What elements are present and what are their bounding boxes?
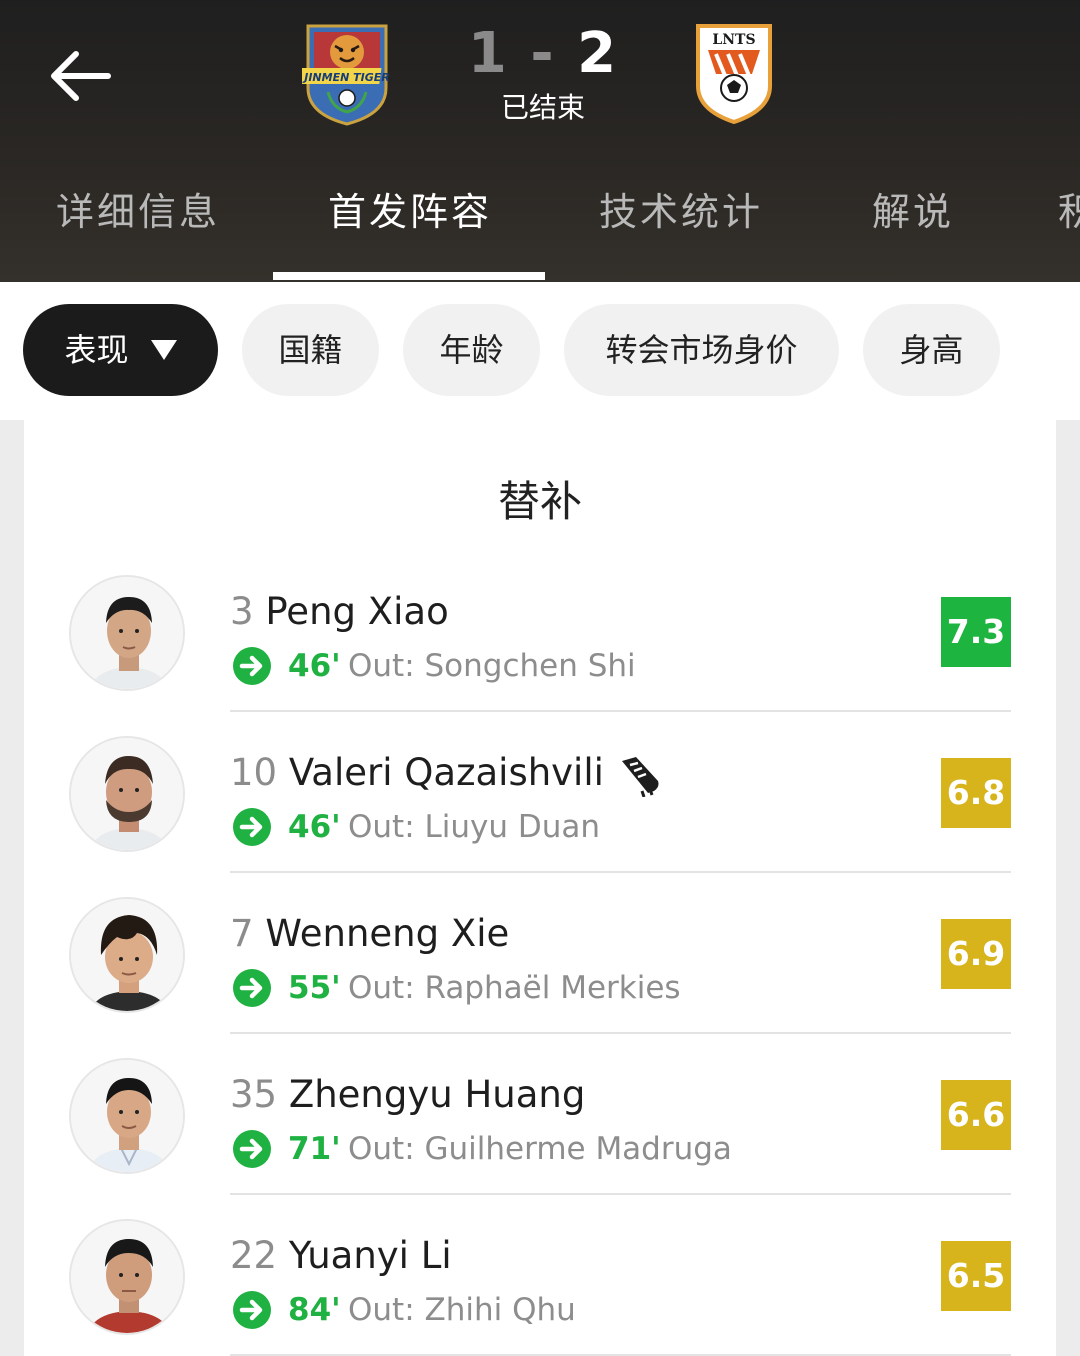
match-status: 已结束 bbox=[500, 91, 585, 124]
tab-details[interactable]: 详细信息 bbox=[56, 180, 220, 280]
filter-age[interactable]: 年龄 bbox=[403, 304, 540, 396]
row-divider bbox=[230, 1032, 1011, 1034]
sub-minute: 55' bbox=[288, 970, 341, 1006]
filter-market-value[interactable]: 转会市场身价 bbox=[564, 304, 839, 396]
row-divider bbox=[230, 871, 1011, 873]
filter-bar: 表现 国籍 年龄 转会市场身价 身高 bbox=[0, 282, 1080, 420]
row-divider bbox=[230, 710, 1011, 712]
player-rating: 6.6 bbox=[941, 1080, 1011, 1150]
sub-in-arrow-icon bbox=[233, 1291, 271, 1329]
player-name: 7 Wenneng Xie bbox=[230, 910, 509, 958]
player-avatar bbox=[69, 897, 185, 1013]
player-rating: 7.3 bbox=[941, 597, 1011, 667]
player-rating: 6.8 bbox=[941, 758, 1011, 828]
player-name: 10 Valeri Qazaishvili bbox=[230, 749, 604, 797]
active-tab-indicator bbox=[273, 272, 545, 280]
player-number: 35 bbox=[230, 1073, 278, 1116]
player-name-text: Peng Xiao bbox=[265, 590, 449, 633]
player-rating: 6.5 bbox=[941, 1241, 1011, 1311]
sub-out-player: Out: Songchen Shi bbox=[348, 648, 636, 684]
player-row[interactable]: 22 Yuanyi Li 84' Out: Zhihi Qhu 6.5 bbox=[24, 1216, 1056, 1356]
arrow-left-icon bbox=[51, 51, 111, 101]
sub-out-player: Out: Liuyu Duan bbox=[348, 809, 601, 845]
section-title: 替补 bbox=[497, 477, 582, 526]
home-logo-text: JINMEN TIGER bbox=[302, 71, 390, 84]
filter-height[interactable]: 身高 bbox=[863, 304, 1000, 396]
player-number: 3 bbox=[230, 590, 254, 633]
player-name: 35 Zhengyu Huang bbox=[230, 1071, 585, 1119]
player-name-text: Zhengyu Huang bbox=[288, 1073, 586, 1116]
player-rating: 6.9 bbox=[941, 919, 1011, 989]
player-avatar bbox=[69, 1058, 185, 1174]
player-row[interactable]: 35 Zhengyu Huang 71' Out: Guilherme Madr… bbox=[24, 1055, 1056, 1216]
tab-bar: 详细信息 首发阵容 技术统计 解说 积 bbox=[0, 180, 1080, 280]
tab-commentary[interactable]: 解说 bbox=[872, 180, 954, 280]
player-name-text: Yuanyi Li bbox=[288, 1234, 452, 1277]
sub-out-player: Out: Raphaël Merkies bbox=[348, 970, 681, 1006]
player-avatar bbox=[69, 575, 185, 691]
player-number: 7 bbox=[230, 912, 254, 955]
home-team-logo[interactable]: JINMEN TIGER bbox=[297, 22, 392, 126]
player-name: 22 Yuanyi Li bbox=[230, 1232, 452, 1280]
filter-nationality[interactable]: 国籍 bbox=[242, 304, 379, 396]
sub-minute: 46' bbox=[288, 809, 341, 845]
sub-in-arrow-icon bbox=[233, 808, 271, 846]
away-logo-text: LNTS bbox=[712, 32, 755, 48]
substitutes-card: 替补 3 Peng Xiao 46' Out: Songchen Shi 7.3 bbox=[24, 420, 1056, 1356]
home-score: 1 bbox=[467, 21, 509, 86]
player-avatar bbox=[69, 736, 185, 852]
player-row[interactable]: 10 Valeri Qazaishvili 46' Out: Liuyu Dua… bbox=[24, 733, 1056, 894]
sub-minute: 71' bbox=[288, 1131, 341, 1167]
sub-minute: 46' bbox=[288, 648, 341, 684]
caret-down-icon bbox=[150, 340, 177, 360]
filter-performance-dropdown[interactable]: 表现 bbox=[23, 304, 218, 396]
row-divider bbox=[230, 1193, 1011, 1195]
player-name-text: Wenneng Xie bbox=[265, 912, 510, 955]
filter-performance-label: 表现 bbox=[64, 331, 129, 369]
score-separator: - bbox=[530, 21, 556, 86]
player-row[interactable]: 3 Peng Xiao 46' Out: Songchen Shi 7.3 bbox=[24, 572, 1056, 733]
match-header: JINMEN TIGER 1 - 2 已结束 LNTS 详细信息 首发阵容 技术… bbox=[0, 0, 1080, 282]
tab-stats[interactable]: 技术统计 bbox=[599, 180, 763, 280]
sub-out-player: Out: Guilherme Madruga bbox=[348, 1131, 732, 1167]
player-avatar bbox=[69, 1219, 185, 1335]
player-number: 22 bbox=[230, 1234, 278, 1277]
sub-in-arrow-icon bbox=[233, 969, 271, 1007]
tab-standings[interactable]: 积 bbox=[1058, 180, 1080, 280]
player-number: 10 bbox=[230, 751, 278, 794]
sub-out-player: Out: Zhihi Qhu bbox=[348, 1292, 576, 1328]
tab-lineups[interactable]: 首发阵容 bbox=[328, 180, 492, 280]
boot-icon bbox=[622, 757, 659, 797]
match-score: 1 - 2 bbox=[460, 22, 626, 86]
sub-in-arrow-icon bbox=[233, 647, 271, 685]
away-team-logo[interactable]: LNTS bbox=[694, 22, 774, 125]
player-row[interactable]: 7 Wenneng Xie 55' Out: Raphaël Merkies 6… bbox=[24, 894, 1056, 1055]
sub-minute: 84' bbox=[288, 1292, 341, 1328]
back-button[interactable] bbox=[46, 42, 114, 110]
away-score: 2 bbox=[577, 21, 619, 86]
player-name: 3 Peng Xiao bbox=[230, 588, 449, 636]
sub-in-arrow-icon bbox=[233, 1130, 271, 1168]
player-name-text: Valeri Qazaishvili bbox=[288, 751, 604, 794]
